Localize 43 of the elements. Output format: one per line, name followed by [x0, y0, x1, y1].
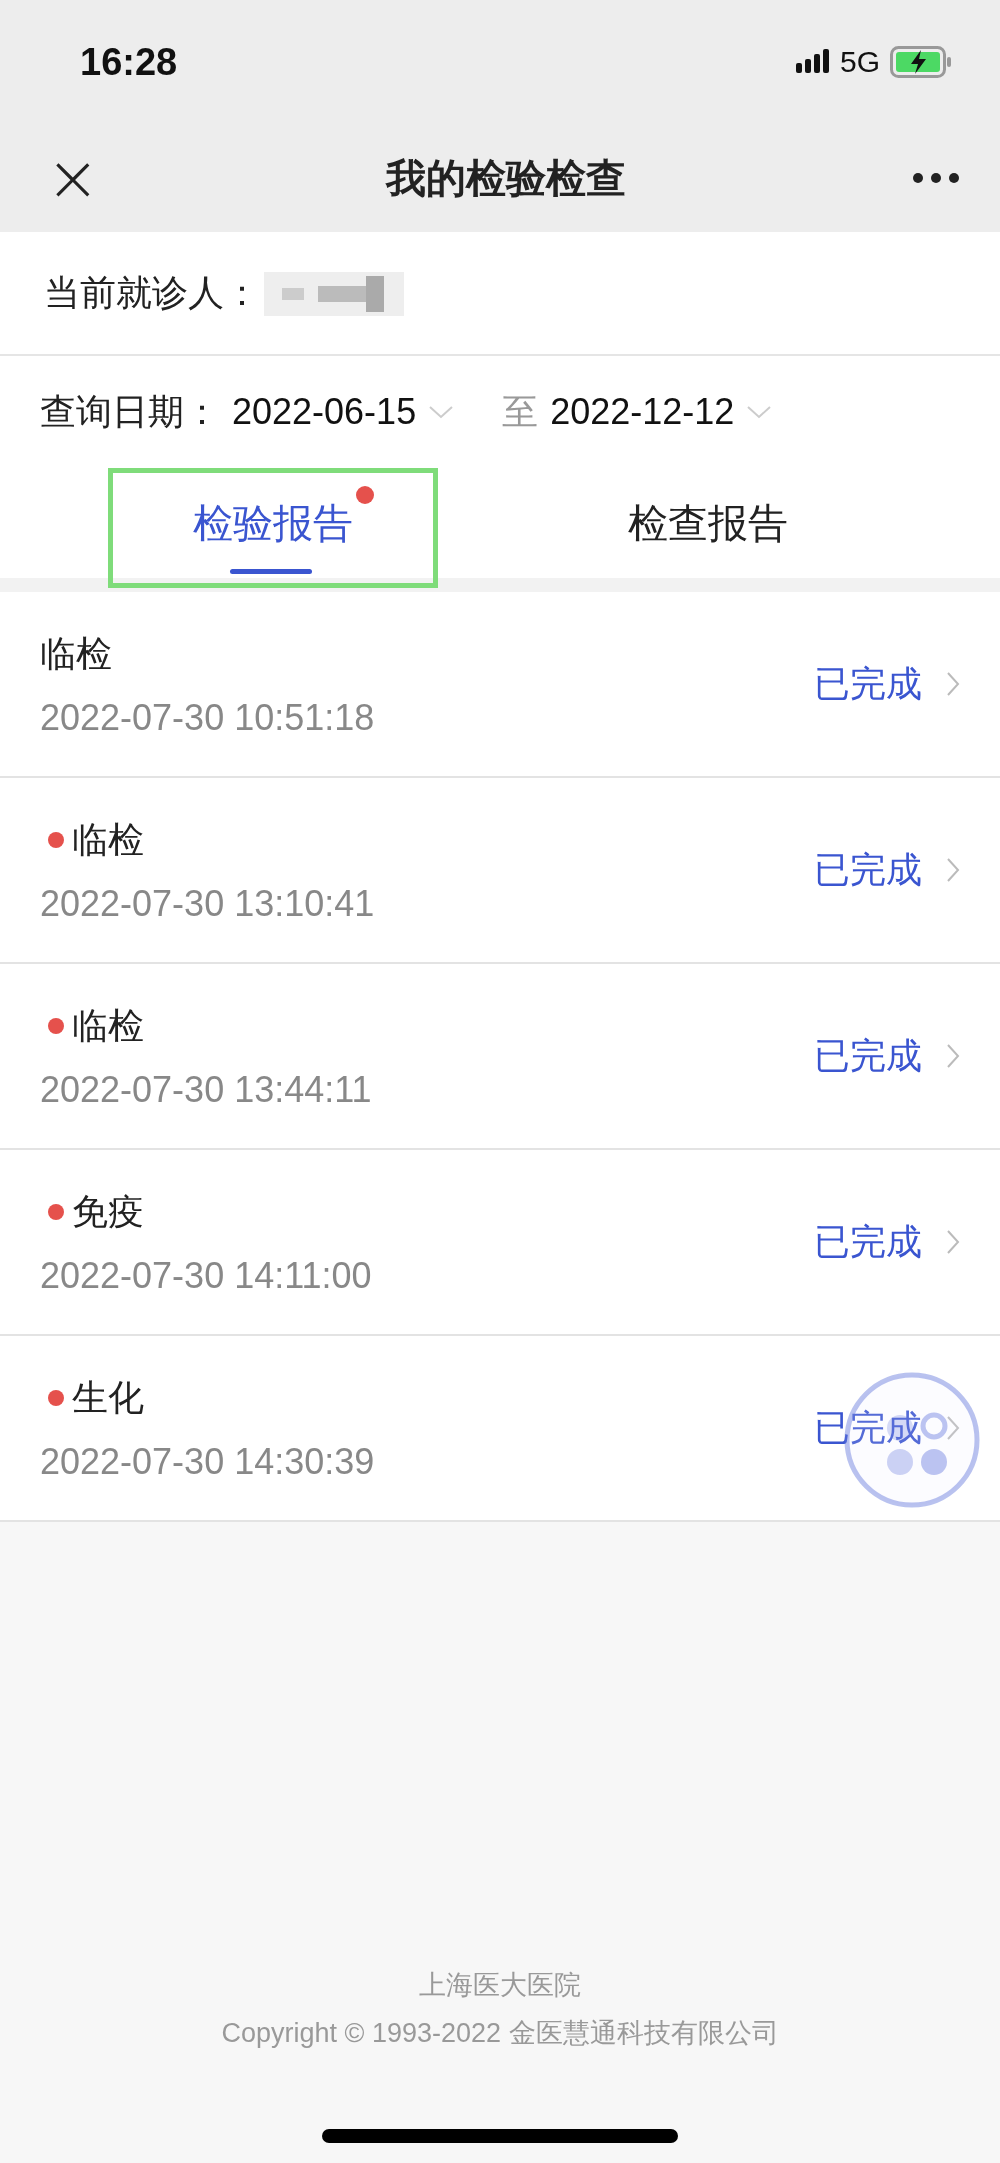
status-time: 16:28	[80, 40, 178, 84]
report-time: 2022-07-30 13:10:41	[40, 882, 376, 925]
chevron-right-icon	[946, 1415, 960, 1441]
more-icon[interactable]	[912, 172, 960, 184]
report-status: 已完成	[814, 847, 922, 892]
date-separator: 至	[502, 389, 539, 434]
chevron-down-icon	[746, 405, 773, 419]
report-status: 已完成	[814, 661, 922, 706]
report-row[interactable]: 生化 2022-07-30 14:30:39 已完成	[0, 1336, 1000, 1522]
report-tab[interactable]: 检查报告	[628, 495, 788, 551]
report-time: 2022-07-30 13:44:11	[40, 1068, 373, 1111]
signal-icon	[795, 49, 830, 75]
chevron-right-icon	[946, 1229, 960, 1255]
network-label: 5G	[839, 45, 880, 79]
start-date-picker[interactable]: 2022-06-15	[232, 391, 417, 433]
page-title: 我的检验检查	[385, 153, 626, 203]
report-tab[interactable]: 检验报告	[193, 495, 353, 551]
copyright-text: Copyright © 1993-2022 金医慧通科技有限公司	[221, 2017, 779, 2050]
report-name: 生化	[72, 1375, 144, 1420]
hospital-name: 上海医大医院	[419, 1968, 581, 2002]
end-date-picker[interactable]: 2022-12-12	[550, 391, 735, 433]
report-name: 免疫	[72, 1189, 144, 1234]
patient-label: 当前就诊人：	[44, 270, 260, 315]
report-name: 临检	[72, 1003, 144, 1048]
report-row[interactable]: 临检 2022-07-30 13:10:41 已完成	[0, 778, 1000, 964]
date-label: 查询日期：	[40, 389, 220, 434]
chevron-right-icon	[946, 671, 960, 697]
report-name: 临检	[72, 817, 144, 862]
report-time: 2022-07-30 10:51:18	[40, 696, 376, 739]
report-row[interactable]: 临检 2022-07-30 13:44:11 已完成	[0, 964, 1000, 1150]
chevron-right-icon	[946, 857, 960, 883]
report-status: 已完成	[814, 1219, 922, 1264]
close-button[interactable]: ×	[46, 146, 100, 210]
report-name: 临检	[40, 631, 112, 676]
report-time: 2022-07-30 14:30:39	[40, 1440, 376, 1483]
chevron-down-icon	[428, 405, 455, 419]
report-row[interactable]: 临检 2022-07-30 10:51:18 已完成	[0, 592, 1000, 778]
report-status: 已完成	[814, 1405, 922, 1450]
report-status: 已完成	[814, 1033, 922, 1078]
chevron-right-icon	[946, 1043, 960, 1069]
report-time: 2022-07-30 14:11:00	[40, 1254, 373, 1297]
report-row[interactable]: 免疫 2022-07-30 14:11:00 已完成	[0, 1150, 1000, 1336]
battery-icon	[890, 46, 952, 78]
